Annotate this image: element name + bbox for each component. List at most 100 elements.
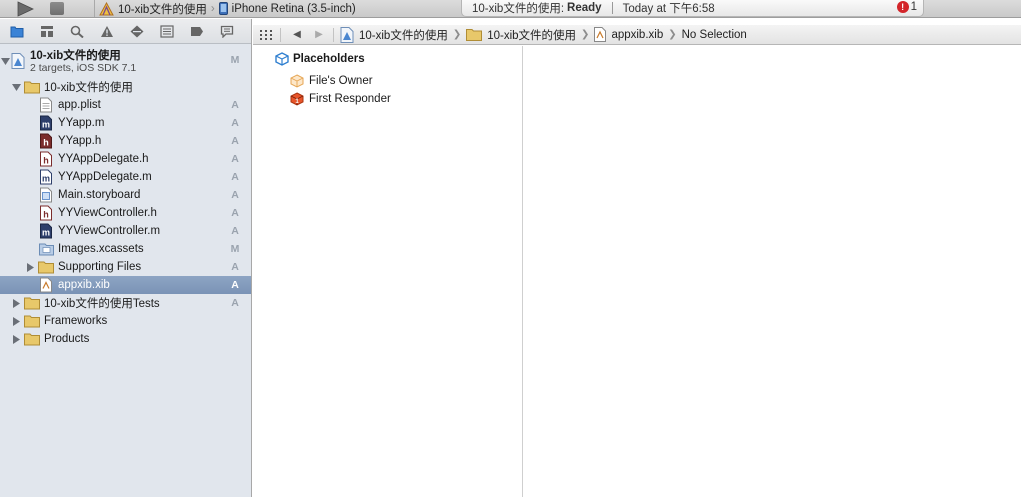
files-owner-item[interactable]: File's Owner <box>290 74 373 88</box>
jumpbar-file[interactable]: appxib.xib <box>594 27 663 42</box>
disclosure-closed-icon[interactable] <box>12 299 21 308</box>
xib-file-icon <box>40 277 52 293</box>
file-label: YYAppDelegate.h <box>58 153 149 165</box>
app-target-icon <box>99 1 114 15</box>
status-badge: A <box>231 261 239 273</box>
file-label: Main.storyboard <box>58 189 141 201</box>
file-row-xcassets[interactable]: Images.xcassets M <box>0 240 251 258</box>
header-file-icon: h <box>40 205 52 221</box>
group-row[interactable]: 10-xib文件的使用Tests A <box>0 294 251 312</box>
activity-project: 10-xib文件的使用: <box>472 3 565 15</box>
chevron-right-icon: ❯ <box>668 29 677 40</box>
activity-status: Ready <box>567 2 602 14</box>
folder-icon <box>24 81 40 94</box>
log-navigator-icon[interactable] <box>219 24 235 38</box>
group-row[interactable]: Supporting Files A <box>0 258 251 276</box>
folder-icon <box>38 261 54 274</box>
project-icon <box>340 26 354 43</box>
first-responder-icon: 1 <box>290 92 304 106</box>
navigator-selector-bar <box>0 19 251 44</box>
chevron-right-icon: ❯ <box>581 29 590 40</box>
file-row-storyboard[interactable]: Main.storyboard A <box>0 186 251 204</box>
main-toolbar: 10-xib文件的使用 › iPhone Retina (3.5-inch) 1… <box>0 0 1021 18</box>
file-row-m[interactable]: m YYViewController.m A <box>0 222 251 240</box>
disclosure-closed-icon[interactable] <box>12 335 21 344</box>
file-row-m[interactable]: m YYapp.m A <box>0 114 251 132</box>
scheme-name: 10-xib文件的使用 <box>118 3 207 16</box>
test-navigator-icon[interactable] <box>129 24 145 38</box>
group-label: Frameworks <box>44 315 108 327</box>
related-items-icon[interactable] <box>258 28 274 42</box>
xib-file-icon <box>594 27 607 42</box>
first-responder-item[interactable]: 1 First Responder <box>290 92 391 106</box>
jumpbar-group[interactable]: 10-xib文件的使用 <box>466 27 576 43</box>
stop-button[interactable] <box>50 2 64 15</box>
jumpbar-selection-label: No Selection <box>681 28 747 41</box>
project-row[interactable]: 10-xib文件的使用 2 targets, iOS SDK 7.1 M <box>0 44 251 78</box>
issue-navigator-icon[interactable] <box>99 24 115 38</box>
file-row-m[interactable]: m YYAppDelegate.m A <box>0 168 251 186</box>
scheme-selector[interactable]: 10-xib文件的使用 › iPhone Retina (3.5-inch) <box>94 0 356 17</box>
file-label: YYViewController.h <box>58 207 157 219</box>
folder-icon <box>466 29 483 41</box>
project-navigator: 10-xib文件的使用 2 targets, iOS SDK 7.1 M 10-… <box>0 19 252 497</box>
group-row[interactable]: 10-xib文件的使用 <box>0 78 251 96</box>
disclosure-closed-icon[interactable] <box>26 263 35 272</box>
file-tree: 10-xib文件的使用 2 targets, iOS SDK 7.1 M 10-… <box>0 44 251 348</box>
status-badge: M <box>230 54 240 66</box>
group-row[interactable]: Products <box>0 330 251 348</box>
project-subtitle: 2 targets, iOS SDK 7.1 <box>30 62 137 74</box>
activity-divider <box>611 2 613 14</box>
status-badge: A <box>231 189 239 201</box>
interface-builder-canvas[interactable] <box>523 46 1021 497</box>
file-label: YYapp.m <box>58 117 105 129</box>
placeholders-heading[interactable]: Placeholders <box>275 52 365 66</box>
status-badge: A <box>231 117 239 129</box>
back-arrow-icon[interactable]: ◀ <box>289 28 305 42</box>
breakpoint-navigator-icon[interactable] <box>189 24 205 38</box>
document-outline: Placeholders File's Owner 1 First Respon… <box>253 46 523 497</box>
disclosure-open-icon[interactable] <box>1 57 10 66</box>
issue-count: 1 <box>910 1 917 13</box>
file-row-h[interactable]: h YYViewController.h A <box>0 204 251 222</box>
svg-text:h: h <box>43 156 49 166</box>
file-row-plist[interactable]: app.plist A <box>0 96 251 114</box>
file-row-h[interactable]: h YYAppDelegate.h A <box>0 150 251 168</box>
storyboard-file-icon <box>40 187 52 203</box>
debug-navigator-icon[interactable] <box>159 24 175 38</box>
destination-name: iPhone Retina (3.5-inch) <box>231 2 356 15</box>
first-responder-label: First Responder <box>309 93 391 105</box>
project-navigator-icon[interactable] <box>9 24 25 38</box>
find-navigator-icon[interactable] <box>69 24 85 38</box>
forward-arrow-icon[interactable]: ▶ <box>311 28 327 42</box>
files-owner-label: File's Owner <box>309 75 373 87</box>
group-label: 10-xib文件的使用Tests <box>44 298 160 310</box>
symbol-navigator-icon[interactable] <box>39 24 55 38</box>
implementation-file-icon: m <box>40 169 52 185</box>
issue-indicator[interactable]: ! 1 <box>896 1 917 13</box>
file-row-xib[interactable]: appxib.xib A <box>0 276 251 294</box>
jumpbar-divider <box>280 27 281 42</box>
svg-text:m: m <box>42 228 50 238</box>
file-row-h[interactable]: h YYapp.h A <box>0 132 251 150</box>
group-row[interactable]: Frameworks <box>0 312 251 330</box>
plist-file-icon <box>40 97 52 113</box>
run-button[interactable] <box>14 1 36 17</box>
header-file-icon: h <box>40 133 52 149</box>
implementation-file-icon: m <box>40 115 52 131</box>
file-label: appxib.xib <box>58 279 110 291</box>
status-badge: A <box>231 297 239 309</box>
status-badge: A <box>231 207 239 219</box>
jumpbar-project[interactable]: 10-xib文件的使用 <box>340 26 448 43</box>
error-icon: ! <box>896 1 909 13</box>
disclosure-open-icon[interactable] <box>12 83 21 92</box>
status-badge: A <box>231 153 239 165</box>
jumpbar-divider <box>333 27 334 42</box>
jumpbar-selection[interactable]: No Selection <box>682 29 747 41</box>
jump-bar: ◀ ▶ 10-xib文件的使用 ❯ 10-xib文件的使用 ❯ appxib.x… <box>253 25 1021 45</box>
file-label: YYapp.h <box>58 135 102 147</box>
svg-text:m: m <box>42 120 50 130</box>
disclosure-closed-icon[interactable] <box>12 317 21 326</box>
chevron-right-icon: ❯ <box>452 29 462 40</box>
cube-icon <box>275 52 289 66</box>
